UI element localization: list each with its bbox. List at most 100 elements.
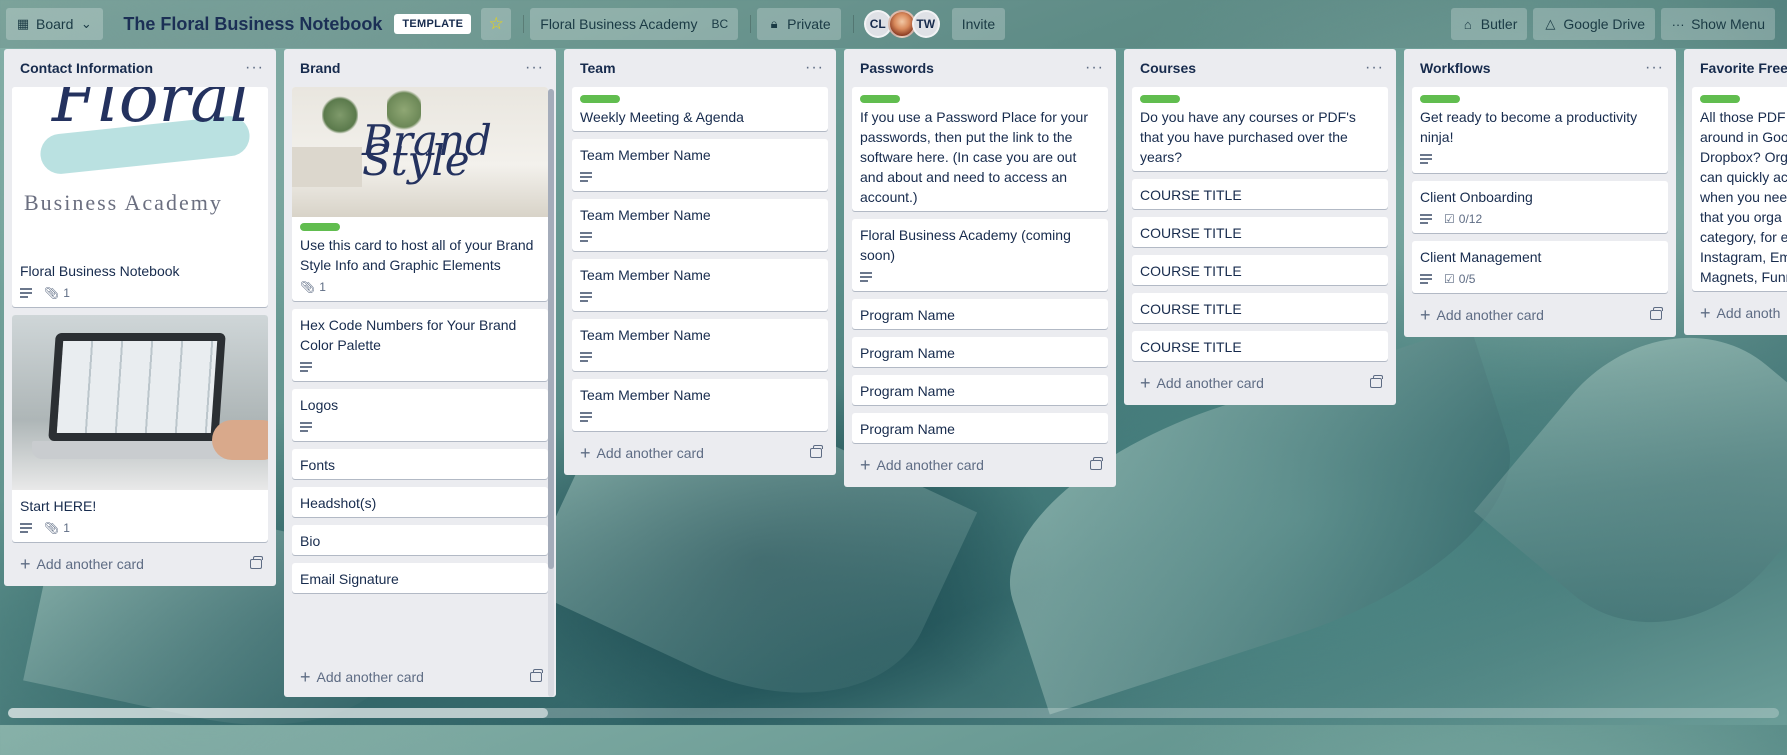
list-menu-icon[interactable]: ··· <box>1645 59 1664 77</box>
card[interactable]: Weekly Meeting & Agenda <box>572 87 828 131</box>
cover-script-text: Floral <box>52 87 251 137</box>
card[interactable]: Hex Code Numbers for Your Brand Color Pa… <box>292 309 548 381</box>
card[interactable]: Bio <box>292 525 548 555</box>
card[interactable]: Team Member Name <box>572 199 828 251</box>
add-card-button[interactable]: + Add another card <box>1412 301 1668 329</box>
card[interactable]: Email Signature <box>292 563 548 593</box>
add-card-button[interactable]: + Add another card <box>852 451 1108 479</box>
card[interactable]: COURSE TITLE <box>1132 255 1388 285</box>
card[interactable]: Client Onboarding ☑ 0/12 <box>1412 181 1668 233</box>
card[interactable]: Get ready to become a productivity ninja… <box>1412 87 1668 173</box>
star-board-button[interactable]: ☆ <box>481 8 512 40</box>
attachment-badge: 📎︎ 1 <box>44 283 70 303</box>
card-badges: ☑ 0/12 <box>1420 209 1660 229</box>
card-template-icon[interactable] <box>250 556 263 569</box>
card[interactable]: Team Member Name <box>572 139 828 191</box>
green-label[interactable] <box>1700 95 1740 103</box>
card[interactable]: If you use a Password Place for your pas… <box>852 87 1108 211</box>
card[interactable]: Do you have any courses or PDF's that yo… <box>1132 87 1388 171</box>
checklist-icon: ☑ <box>1444 272 1455 286</box>
list-header: Workflows ··· <box>1412 49 1668 87</box>
laptop-screen-content <box>56 341 218 433</box>
card-title: Client Onboarding <box>1420 189 1533 205</box>
list-title[interactable]: Courses <box>1140 60 1196 76</box>
google-drive-button[interactable]: △ Google Drive <box>1533 8 1656 40</box>
list-menu-icon[interactable]: ··· <box>1365 59 1384 77</box>
list-title[interactable]: Contact Information <box>20 60 153 76</box>
list-title[interactable]: Passwords <box>860 60 934 76</box>
green-label[interactable] <box>580 95 620 103</box>
add-card-label: Add another card <box>316 669 424 685</box>
card-title: COURSE TITLE <box>1140 225 1242 241</box>
card-template-icon[interactable] <box>810 445 823 458</box>
list-brand: Brand ··· Brand Style Use this card to h… <box>284 49 556 697</box>
list-menu-icon[interactable]: ··· <box>245 59 264 77</box>
board-title[interactable]: The Floral Business Notebook <box>109 14 394 35</box>
google-drive-label: Google Drive <box>1563 16 1646 32</box>
card[interactable]: COURSE TITLE <box>1132 179 1388 209</box>
list-header: Favorite Freeb <box>1692 49 1787 87</box>
card[interactable]: Brand Style Use this card to host all of… <box>292 87 548 301</box>
card-template-icon[interactable] <box>1090 457 1103 470</box>
list-scrollbar-thumb[interactable] <box>548 89 554 569</box>
card[interactable]: Program Name <box>852 299 1108 329</box>
board-horizontal-scrollbar[interactable] <box>8 708 1779 718</box>
chevron-down-icon: ⌄ <box>80 16 92 31</box>
card[interactable]: COURSE TITLE <box>1132 331 1388 361</box>
visibility-button[interactable]: 🔒︎ Private <box>757 8 841 40</box>
list-menu-icon[interactable]: ··· <box>1085 59 1104 77</box>
card[interactable]: All those PDF around in Goo Dropbox? Org… <box>1692 87 1787 291</box>
list-title[interactable]: Team <box>580 60 616 76</box>
list-title[interactable]: Favorite Freeb <box>1700 60 1787 76</box>
green-label[interactable] <box>1420 95 1460 103</box>
card[interactable]: Team Member Name <box>572 379 828 431</box>
green-label[interactable] <box>860 95 900 103</box>
list-title[interactable]: Workflows <box>1420 60 1491 76</box>
card[interactable]: Program Name <box>852 337 1108 367</box>
board-view-switcher[interactable]: ▦ Board ⌄ <box>6 8 104 40</box>
green-label[interactable] <box>300 223 340 231</box>
invite-button[interactable]: Invite <box>951 8 1006 40</box>
list-menu-icon[interactable]: ··· <box>805 59 824 77</box>
card[interactable]: COURSE TITLE <box>1132 217 1388 247</box>
add-card-button[interactable]: + Add another card <box>12 550 268 578</box>
card[interactable]: Floral Business Academy Floral Business … <box>12 87 268 307</box>
add-card-button[interactable]: + Add another card <box>292 663 548 691</box>
hand-shape <box>212 420 268 460</box>
attachment-badge: 📎︎ 1 <box>44 518 70 538</box>
card-text-line: around in Goo <box>1700 129 1787 145</box>
card[interactable]: Headshot(s) <box>292 487 548 517</box>
card[interactable]: Team Member Name <box>572 319 828 371</box>
list-passwords: Passwords ··· If you use a Password Plac… <box>844 49 1116 487</box>
workspace-button[interactable]: Floral Business Academy BC <box>530 8 739 40</box>
card-badges <box>580 287 820 307</box>
avatar[interactable]: TW <box>911 10 940 38</box>
card[interactable]: Program Name <box>852 375 1108 405</box>
add-card-button[interactable]: + Add another card <box>1132 369 1388 397</box>
card[interactable]: Start HERE! 📎︎ 1 <box>12 315 268 542</box>
butler-button[interactable]: ⌂ Butler <box>1450 8 1528 40</box>
card[interactable]: Floral Business Academy (coming soon) <box>852 219 1108 291</box>
green-label[interactable] <box>1140 95 1180 103</box>
card[interactable]: Program Name <box>852 413 1108 443</box>
card-template-icon[interactable] <box>530 669 543 682</box>
card[interactable]: Team Member Name <box>572 259 828 311</box>
list-title[interactable]: Brand <box>300 60 340 76</box>
card-template-icon[interactable] <box>1650 307 1663 320</box>
card[interactable]: Logos <box>292 389 548 441</box>
show-menu-button[interactable]: ··· Show Menu <box>1661 8 1775 40</box>
card[interactable]: COURSE TITLE <box>1132 293 1388 323</box>
card-badges: 📎︎ 1 <box>20 518 260 538</box>
card-cover-laptop <box>12 315 268 490</box>
card-template-icon[interactable] <box>1370 375 1383 388</box>
list-menu-icon[interactable]: ··· <box>525 59 544 77</box>
add-card-button[interactable]: + Add another card <box>572 439 828 467</box>
card[interactable]: Fonts <box>292 449 548 479</box>
card-title: Fonts <box>300 457 336 473</box>
description-icon <box>580 352 592 362</box>
card[interactable]: Client Management ☑ 0/5 <box>1412 241 1668 293</box>
board-scrollbar-thumb[interactable] <box>8 708 548 718</box>
list-scrollbar[interactable] <box>548 89 554 697</box>
add-card-button[interactable]: + Add anoth <box>1692 299 1787 327</box>
list-workflows: Workflows ··· Get ready to become a prod… <box>1404 49 1676 337</box>
